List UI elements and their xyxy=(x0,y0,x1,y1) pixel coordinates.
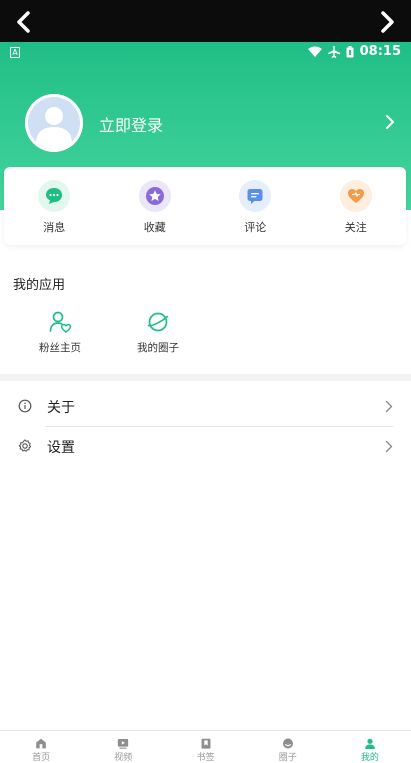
menu-item-label: 关于 xyxy=(47,400,75,416)
login-label[interactable]: 立即登录 xyxy=(99,112,163,136)
status-time: 08:15 xyxy=(359,44,401,59)
menu-item-settings[interactable]: 设置 xyxy=(0,426,411,466)
profile-page: A 08:15 立即登录 消息 收藏 评论 关注 我的应用 粉丝主页 我的圈子 … xyxy=(0,0,411,763)
chevron-right-icon xyxy=(385,440,393,453)
forward-button[interactable] xyxy=(373,8,401,36)
tab-home[interactable]: 首页 xyxy=(0,731,82,763)
quick-icon-wrap xyxy=(38,180,71,212)
chevron-right-icon xyxy=(386,115,394,129)
menu-item-label: 设置 xyxy=(47,440,75,456)
user-heart-icon xyxy=(49,311,72,333)
quick-icon-wrap xyxy=(339,180,372,212)
chevron-right-icon xyxy=(385,400,393,413)
login-row[interactable]: 立即登录 xyxy=(0,94,411,154)
tab-mine[interactable]: 我的 xyxy=(329,731,411,763)
battery-icon xyxy=(346,45,354,57)
user-icon xyxy=(365,738,375,749)
quick-action-label: 收藏 xyxy=(143,221,166,234)
section-divider xyxy=(0,374,411,381)
avatar[interactable] xyxy=(25,94,83,152)
quick-action-follow[interactable]: 关注 xyxy=(306,167,407,245)
chevron-left-icon xyxy=(17,11,30,33)
quick-action-messages[interactable]: 消息 xyxy=(4,167,105,245)
tab-label: 视频 xyxy=(114,753,133,763)
tab-circle[interactable]: 圈子 xyxy=(247,731,329,763)
app-label: 粉丝主页 xyxy=(39,342,81,354)
app-fan-homepage[interactable]: 粉丝主页 xyxy=(20,310,100,355)
quick-actions-card: 消息 收藏 评论 关注 xyxy=(4,167,406,245)
tab-bookmarks[interactable]: 书签 xyxy=(164,731,246,763)
chat-bubble-icon xyxy=(46,188,63,204)
settings-menu: 关于 设置 xyxy=(0,386,411,466)
comment-icon xyxy=(247,189,263,204)
circle-icon xyxy=(282,738,293,749)
default-avatar-icon xyxy=(25,94,83,152)
bookmark-icon xyxy=(201,738,210,749)
menu-item-about[interactable]: 关于 xyxy=(0,386,411,427)
quick-icon-wrap xyxy=(239,180,272,212)
chevron-right-icon xyxy=(381,11,394,33)
quick-action-label: 关注 xyxy=(344,221,367,234)
app-label: 我的圈子 xyxy=(137,342,179,354)
airplane-icon xyxy=(327,45,340,58)
status-bar: A 08:15 xyxy=(0,42,411,64)
quick-action-comments[interactable]: 评论 xyxy=(205,167,306,245)
browser-nav-bar xyxy=(0,0,411,42)
my-apps-section: 我的应用 粉丝主页 我的圈子 xyxy=(0,262,411,374)
quick-action-favorites[interactable]: 收藏 xyxy=(105,167,206,245)
info-icon xyxy=(18,399,32,413)
heart-icon xyxy=(347,189,364,203)
planet-icon xyxy=(147,312,169,332)
quick-action-label: 评论 xyxy=(244,221,267,234)
wifi-icon xyxy=(307,46,322,57)
quick-action-label: 消息 xyxy=(43,221,66,234)
status-icons: 08:15 xyxy=(307,44,401,59)
app-my-circle[interactable]: 我的圈子 xyxy=(118,310,198,355)
tab-label: 书签 xyxy=(196,753,215,763)
star-icon xyxy=(145,187,164,205)
gear-icon xyxy=(18,439,32,452)
video-icon xyxy=(118,739,129,749)
quick-icon-wrap xyxy=(138,180,171,212)
tab-label: 我的 xyxy=(360,753,379,763)
tab-video[interactable]: 视频 xyxy=(82,731,164,763)
section-title: 我的应用 xyxy=(13,278,66,293)
tab-label: 圈子 xyxy=(278,753,297,763)
app-notification-icon: A xyxy=(10,47,20,58)
home-icon xyxy=(36,738,46,749)
bottom-tab-bar: 首页 视频 书签 圈子 我的 xyxy=(0,730,411,763)
back-button[interactable] xyxy=(10,8,38,36)
tab-label: 首页 xyxy=(32,753,51,763)
